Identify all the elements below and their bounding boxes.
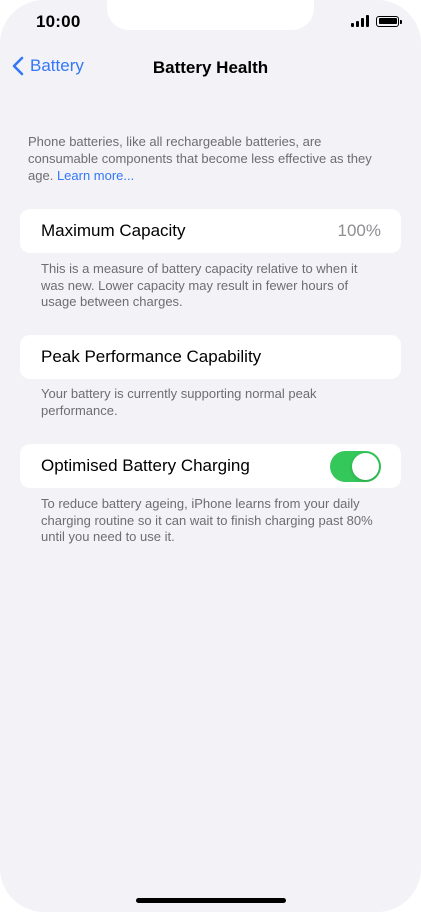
maximum-capacity-row: Maximum Capacity 100% <box>20 209 401 253</box>
cellular-signal-icon <box>351 15 369 27</box>
optimised-charging-toggle[interactable] <box>330 450 381 482</box>
navigation-bar: Battery Battery Health <box>0 48 421 88</box>
intro-text: Phone batteries, like all rechargeable b… <box>28 133 378 184</box>
optimised-charging-footer: To reduce battery ageing, iPhone learns … <box>41 496 373 544</box>
page-title: Battery Health <box>152 58 269 77</box>
maximum-capacity-footer: This is a measure of battery capacity re… <box>41 261 358 309</box>
optimised-charging-row: Optimised Battery Charging <box>20 444 401 488</box>
peak-performance-footer: Your battery is currently supporting nor… <box>41 386 317 418</box>
optimised-charging-label: Optimised Battery Charging <box>41 456 250 475</box>
toggle-knob <box>352 452 379 480</box>
maximum-capacity-value: 100% <box>337 221 381 240</box>
status-time: 10:00 <box>36 12 81 31</box>
notch <box>107 0 314 30</box>
battery-icon <box>376 15 402 27</box>
maximum-capacity-label: Maximum Capacity <box>41 221 186 240</box>
status-icons <box>351 15 402 27</box>
peak-performance-label: Peak Performance Capability <box>41 347 262 366</box>
peak-performance-row: Peak Performance Capability <box>20 335 401 379</box>
phone-screen: 10:00 Battery Battery Health Phone batte… <box>0 0 421 912</box>
home-indicator[interactable] <box>136 898 286 903</box>
learn-more-link[interactable]: Learn more... <box>57 168 134 183</box>
